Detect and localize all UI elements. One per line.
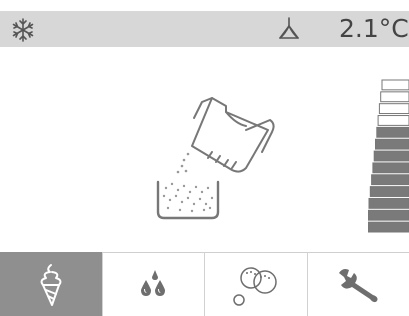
snowflake-icon [12, 18, 34, 42]
level-segment [378, 103, 409, 115]
pouring-mix-illustration [156, 97, 275, 220]
level-meter [368, 79, 409, 233]
level-segment [373, 150, 409, 162]
bubbles-icon [233, 266, 277, 306]
tab-product[interactable] [0, 252, 102, 316]
tab-drops[interactable] [101, 252, 204, 316]
bottom-nav [0, 252, 409, 316]
level-segment [372, 162, 409, 174]
status-bar: 2.1°C [0, 11, 409, 47]
level-segment [375, 138, 409, 150]
drops-icon [141, 269, 166, 296]
level-segment [377, 115, 409, 126]
level-segment [368, 209, 409, 221]
ice-cream-cone-icon [40, 263, 62, 306]
stirrer-icon [279, 17, 299, 39]
level-segment [368, 221, 409, 233]
level-segment [380, 91, 409, 103]
level-segment [369, 186, 409, 197]
tab-bubbles[interactable] [204, 252, 307, 316]
level-segment [376, 126, 409, 138]
temperature-readout: 2.1°C [339, 14, 409, 43]
wrench-icon [339, 268, 378, 302]
level-segment [381, 79, 409, 91]
tab-settings[interactable] [306, 252, 409, 316]
level-segment [371, 174, 409, 186]
level-segment [368, 197, 409, 209]
